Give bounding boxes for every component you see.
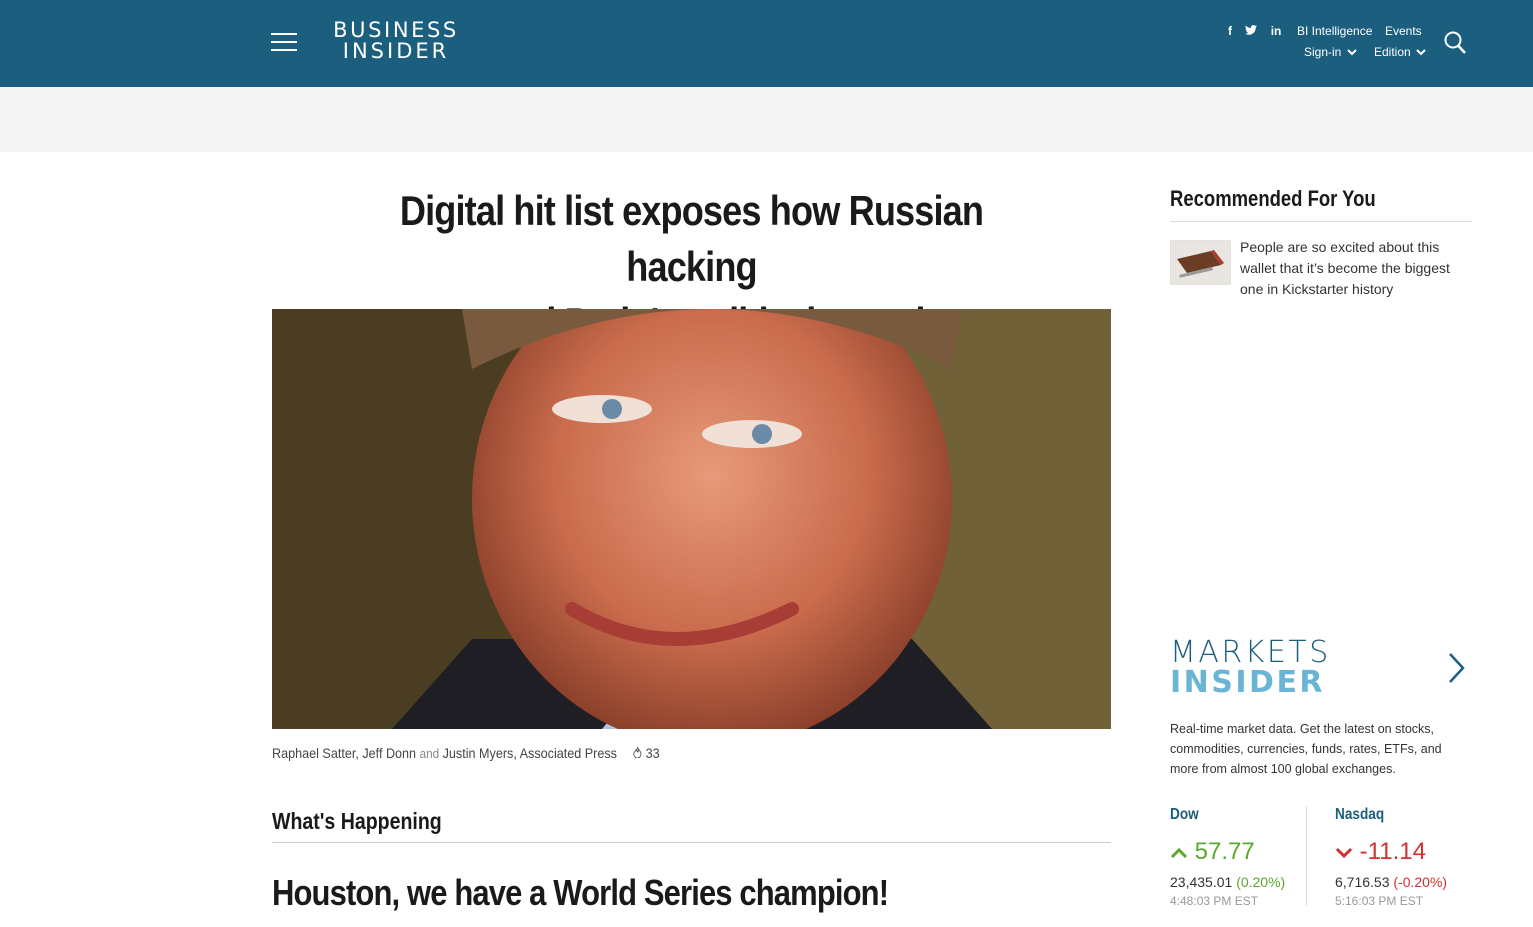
- comment-count: 33: [645, 745, 660, 761]
- hero-image[interactable]: [272, 309, 1111, 729]
- featured-story-headline[interactable]: Houston, we have a World Series champion…: [272, 872, 889, 914]
- recommended-divider: [1170, 221, 1472, 222]
- flame-icon: [633, 746, 642, 759]
- ticker-value-line: 23,435.01 (0.20%): [1170, 874, 1305, 890]
- chevron-right-icon[interactable]: [1446, 652, 1466, 684]
- logo-line-1: BUSINESS: [333, 18, 459, 42]
- business-insider-logo[interactable]: BUSINESS INSIDER: [332, 20, 460, 62]
- linkedin-icon[interactable]: in: [1271, 24, 1282, 38]
- edition-dropdown[interactable]: Edition: [1374, 45, 1426, 59]
- ticker-value: 6,716.53: [1335, 874, 1390, 890]
- edition-label: Edition: [1374, 45, 1411, 59]
- events-link[interactable]: Events: [1385, 24, 1422, 38]
- ticker-percent: (0.20%): [1236, 874, 1286, 890]
- bi-intelligence-link[interactable]: BI Intelligence: [1297, 24, 1372, 38]
- markets-logo-line-2: INSIDER: [1170, 665, 1326, 700]
- signin-dropdown[interactable]: Sign-in: [1304, 45, 1357, 59]
- wallet-thumbnail[interactable]: [1170, 240, 1231, 285]
- ticker-divider: [1306, 806, 1307, 906]
- social-links: f in: [1228, 24, 1291, 38]
- twitter-icon[interactable]: [1245, 24, 1260, 38]
- author-link[interactable]: Raphael Satter, Jeff Donn: [272, 745, 416, 761]
- ticker-change: -11.14: [1335, 838, 1470, 866]
- byline-and: and: [419, 746, 440, 761]
- facebook-icon[interactable]: f: [1228, 24, 1232, 38]
- arrow-down-icon: [1335, 847, 1353, 859]
- logo-line-2: INSIDER: [342, 39, 450, 63]
- recommended-item-link[interactable]: People are so excited about this wallet …: [1240, 237, 1472, 300]
- signin-label: Sign-in: [1304, 45, 1342, 59]
- ticker-name: Nasdaq: [1335, 806, 1385, 823]
- comments-link[interactable]: 33: [633, 745, 660, 761]
- markets-logo-line-1: MARKETS: [1170, 635, 1331, 670]
- recommended-heading: Recommended For You: [1170, 186, 1376, 211]
- ticker-change-value: 57.77: [1194, 838, 1255, 865]
- markets-insider-logo[interactable]: MARKETS INSIDER: [1170, 638, 1331, 698]
- ticker-percent: (-0.20%): [1393, 874, 1448, 890]
- search-icon[interactable]: [1444, 31, 1466, 55]
- nasdaq-ticker[interactable]: Nasdaq -11.14 6,716.53 (-0.20%) 5:16:03 …: [1335, 806, 1470, 908]
- chevron-down-icon: [1416, 49, 1426, 56]
- menu-icon[interactable]: [271, 33, 297, 51]
- ticker-change: 57.77: [1170, 838, 1305, 866]
- whats-happening-heading: What's Happening: [272, 808, 442, 834]
- article-byline: Raphael Satter, Jeff Donn and Justin Mye…: [272, 745, 660, 761]
- author-link[interactable]: Justin Myers, Associated Press: [443, 745, 617, 761]
- ticker-value: 23,435.01: [1170, 874, 1233, 890]
- ticker-value-line: 6,716.53 (-0.20%): [1335, 874, 1470, 890]
- person-portrait-photo: [272, 309, 1111, 729]
- arrow-up-icon: [1170, 847, 1188, 859]
- dow-ticker[interactable]: Dow 57.77 23,435.01 (0.20%) 4:48:03 PM E…: [1170, 806, 1305, 908]
- chevron-down-icon: [1346, 49, 1357, 56]
- ticker-time: 4:48:03 PM EST: [1170, 894, 1259, 908]
- section-divider: [272, 842, 1111, 843]
- advertisement-band: [0, 87, 1533, 152]
- ticker-name: Dow: [1170, 806, 1199, 823]
- ticker-time: 5:16:03 PM EST: [1335, 894, 1424, 908]
- markets-description: Real-time market data. Get the latest on…: [1170, 722, 1442, 776]
- headline-line-1: Digital hit list exposes how Russian hac…: [399, 187, 984, 290]
- ticker-change-value: -11.14: [1359, 838, 1426, 865]
- top-navigation-bar: BUSINESS INSIDER f in BI Intelligence Ev…: [0, 0, 1533, 87]
